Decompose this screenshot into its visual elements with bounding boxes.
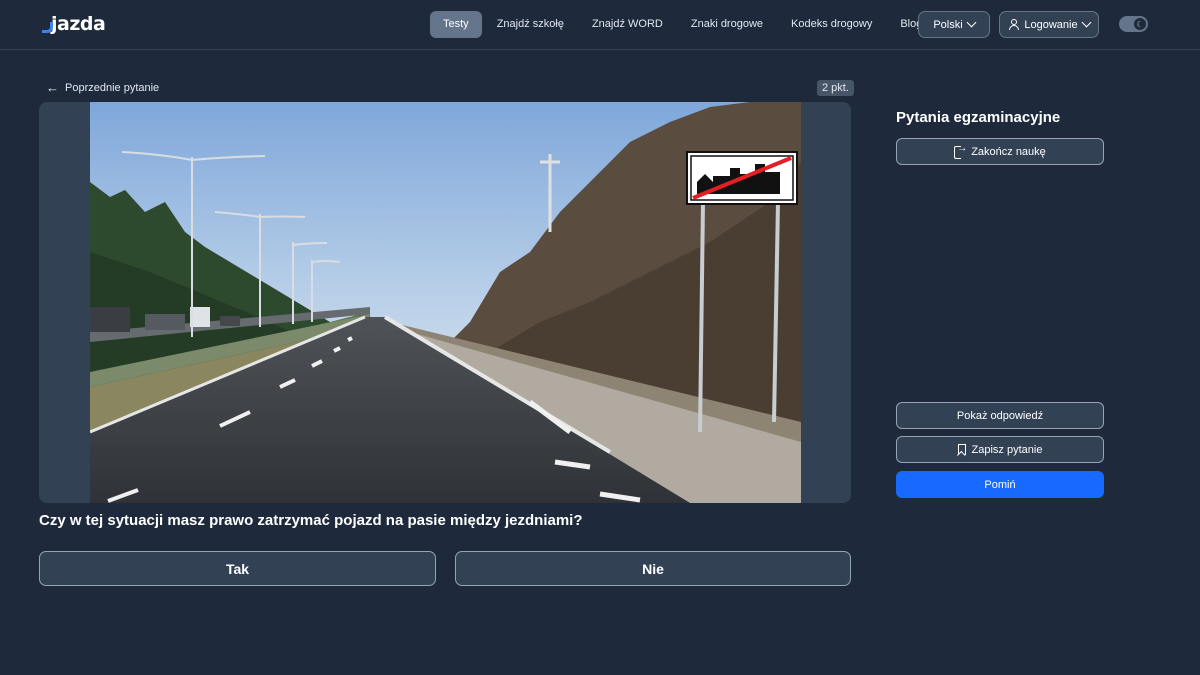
show-answer-button[interactable]: Pokaż odpowiedź xyxy=(896,402,1104,429)
answer-no-button[interactable]: Nie xyxy=(455,551,851,586)
road-photo xyxy=(90,102,801,503)
save-question-label: Zapisz pytanie xyxy=(971,443,1043,456)
language-label: Polski xyxy=(933,18,963,31)
bookmark-icon xyxy=(957,444,966,455)
theme-toggle[interactable]: ☾ xyxy=(1119,16,1148,32)
side-panel-title: Pytania egzaminacyjne xyxy=(896,109,1061,126)
nav-item-find-word[interactable]: Znajdź WORD xyxy=(579,11,676,38)
moon-icon: ☾ xyxy=(1134,18,1146,30)
previous-question-link[interactable]: ← Poprzednie pytanie xyxy=(46,80,160,95)
previous-question-label: Poprzednie pytanie xyxy=(65,82,160,94)
login-label: Logowanie xyxy=(1024,18,1078,31)
skip-label: Pomiń xyxy=(984,478,1016,491)
end-learning-label: Zakończ naukę xyxy=(971,145,1046,158)
chevron-down-icon xyxy=(966,17,977,28)
nav-item-traffic-code[interactable]: Kodeks drogowy xyxy=(778,11,885,38)
main-nav: Testy Znajdź szkołę Znajdź WORD Znaki dr… xyxy=(430,11,937,38)
points-badge: 2 pkt. xyxy=(817,80,854,96)
question-text: Czy w tej sytuacji masz prawo zatrzymać … xyxy=(39,512,583,529)
skip-button[interactable]: Pomiń xyxy=(896,471,1104,498)
logo-mark-icon xyxy=(42,18,53,34)
arrow-left-icon: ← xyxy=(46,80,59,95)
question-media xyxy=(39,102,851,503)
nav-item-testy[interactable]: Testy xyxy=(430,11,482,38)
nav-item-find-school[interactable]: Znajdź szkołę xyxy=(484,11,577,38)
exit-icon xyxy=(954,143,967,159)
chevron-down-icon xyxy=(1081,17,1092,28)
login-button[interactable]: Logowanie xyxy=(999,11,1099,38)
road-sign-end-of-town xyxy=(686,151,798,205)
save-question-button[interactable]: Zapisz pytanie xyxy=(896,436,1104,463)
user-icon xyxy=(1008,19,1020,30)
show-answer-label: Pokaż odpowiedź xyxy=(956,409,1044,422)
language-select[interactable]: Polski xyxy=(918,11,990,38)
end-learning-button[interactable]: Zakończ naukę xyxy=(896,138,1104,165)
logo[interactable]: jazda xyxy=(42,12,106,35)
top-navigation: jazda Testy Znajdź szkołę Znajdź WORD Zn… xyxy=(0,0,1200,50)
logo-text: jazda xyxy=(51,13,106,35)
nav-item-road-signs[interactable]: Znaki drogowe xyxy=(678,11,776,38)
answer-yes-button[interactable]: Tak xyxy=(39,551,436,586)
